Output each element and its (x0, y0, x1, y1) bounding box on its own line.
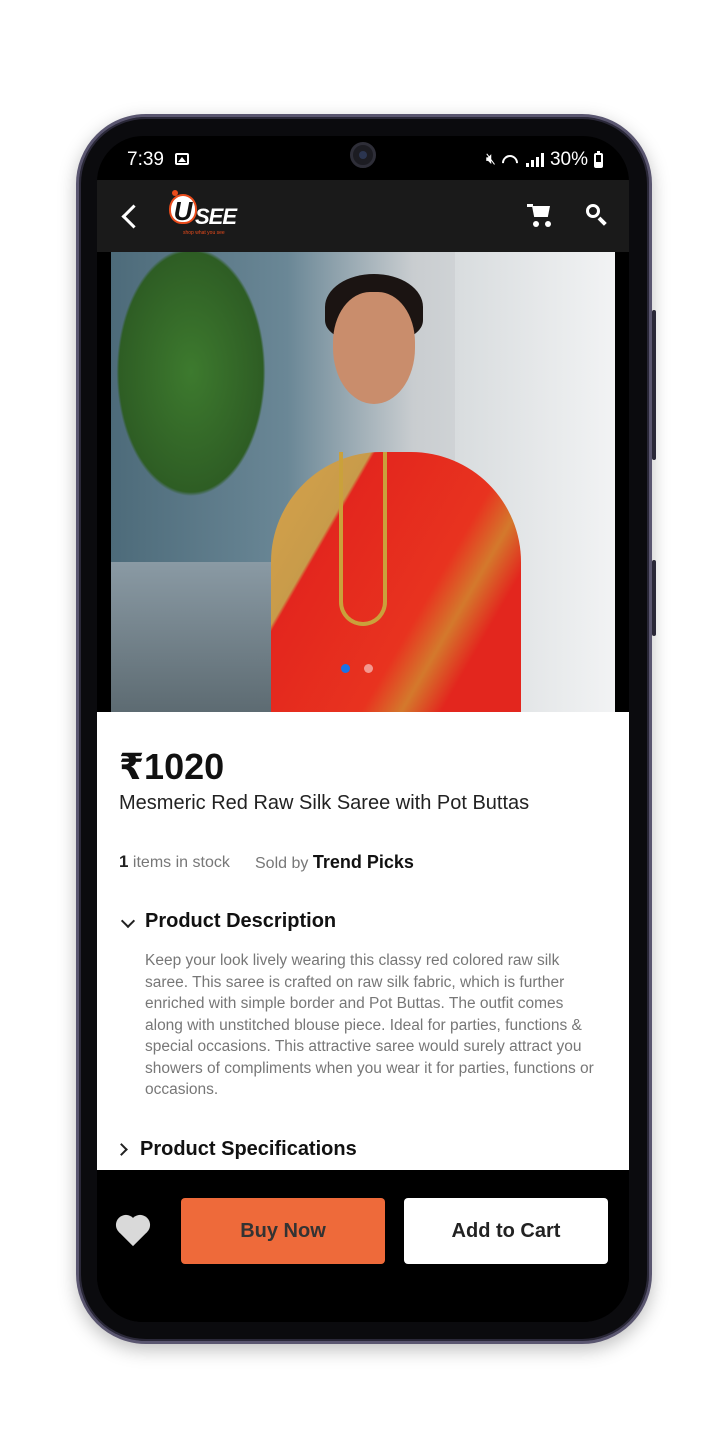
status-bar: 7:39 🔇︎ 30% (97, 136, 629, 180)
buy-now-button[interactable]: Buy Now (181, 1198, 385, 1264)
product-specifications-toggle[interactable]: Product Specifications (115, 1136, 605, 1166)
usee-logo[interactable]: U SEE shop what you see (167, 190, 241, 242)
sold-by-label: Sold by (255, 855, 309, 872)
product-description-toggle[interactable]: Product Description (119, 910, 609, 940)
volume-button (652, 310, 656, 460)
stock-info: 1 items in stock (119, 852, 230, 872)
battery-percent: 30% (549, 149, 588, 170)
carousel-dot-1[interactable] (341, 664, 350, 673)
chevron-down-icon (120, 913, 136, 929)
battery-icon (594, 150, 603, 168)
cart-icon[interactable] (523, 198, 559, 234)
stock-label: items in stock (132, 854, 230, 871)
product-details: ₹1020 Mesmeric Red Raw Silk Saree with P… (97, 712, 629, 1170)
app-bar: U SEE shop what you see (97, 180, 629, 252)
status-icons: 🔇︎ 30% (486, 149, 603, 171)
product-title: Mesmeric Red Raw Silk Saree with Pot But… (119, 792, 530, 814)
add-to-cart-button[interactable]: Add to Cart (404, 1198, 608, 1264)
heart-icon (118, 1217, 148, 1247)
power-button (652, 560, 656, 636)
product-image[interactable] (111, 252, 615, 712)
phone-screen: 7:39 🔇︎ 30% U SEE shop what you see ₹102… (97, 136, 629, 1322)
carousel-dot-2[interactable] (364, 664, 373, 673)
wifi-icon (502, 153, 520, 167)
logo-text: SEE (195, 204, 237, 229)
front-camera (350, 142, 376, 168)
carousel-indicator (341, 664, 373, 673)
logo-tagline: shop what you see (183, 230, 225, 236)
description-header: Product Description (145, 910, 337, 932)
specifications-header: Product Specifications (140, 1138, 357, 1160)
logo-badge: U (169, 194, 197, 226)
back-arrow-icon[interactable] (111, 196, 151, 236)
seller-name[interactable]: Trend Picks (313, 852, 414, 872)
product-price: ₹1020 (119, 746, 225, 787)
image-face (333, 292, 415, 404)
image-necklace (339, 452, 387, 626)
search-icon[interactable] (579, 198, 615, 234)
product-description-text: Keep your look lively wearing this class… (145, 952, 594, 1098)
seller-info: Sold by Trend Picks (255, 852, 414, 873)
mute-icon: 🔇︎ (485, 151, 496, 168)
status-time: 7:39 (127, 149, 164, 170)
wishlist-button[interactable] (115, 1210, 155, 1250)
signal-icon (525, 153, 544, 167)
chevron-right-icon (115, 1143, 128, 1156)
image-saree (271, 452, 521, 712)
stock-count: 1 (119, 852, 129, 871)
image-notification-icon (175, 153, 189, 165)
bottom-action-bar: Buy Now Add to Cart (97, 1170, 629, 1322)
